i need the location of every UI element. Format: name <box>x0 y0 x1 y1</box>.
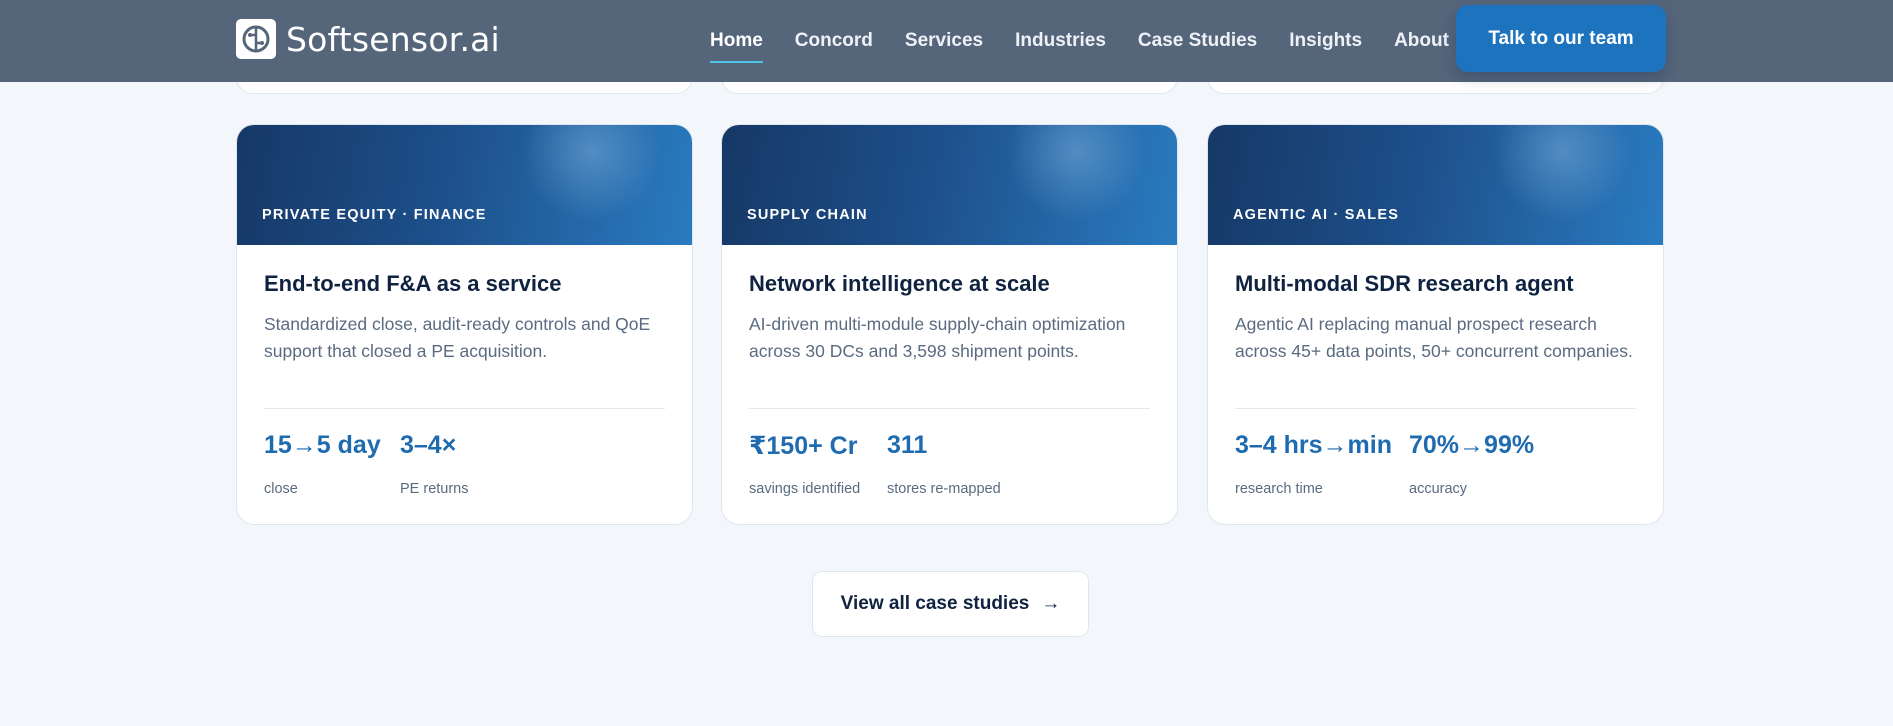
card-description: Standardized close, audit-ready controls… <box>264 314 651 361</box>
card-stats: 3–4 hrs→min research time 70%→99% accura… <box>1235 431 1556 497</box>
card-banner: SUPPLY CHAIN <box>722 125 1177 245</box>
stat-label: accuracy <box>1409 481 1468 497</box>
stat: 311 stores re-mapped <box>887 431 1001 497</box>
view-all-case-studies-button[interactable]: View all case studies → <box>812 571 1089 637</box>
card-banner: PRIVATE EQUITY · FINANCE <box>237 125 692 245</box>
stat-label: close <box>264 481 298 497</box>
arrow-right-icon: → <box>1041 593 1061 614</box>
card-tag: SUPPLY CHAIN <box>747 207 868 223</box>
logo-mark-icon <box>236 19 276 59</box>
card-tag: PRIVATE EQUITY · FINANCE <box>262 207 487 223</box>
nav-case-studies[interactable]: Case Studies <box>1122 0 1273 82</box>
stat-value: 311 <box>887 431 928 459</box>
stat: 70%→99% accuracy <box>1409 431 1534 497</box>
nav-industries[interactable]: Industries <box>999 0 1122 82</box>
stat-value: 15→5 day <box>264 431 381 459</box>
case-study-card[interactable]: PRIVATE EQUITY · FINANCE End-to-end F&A … <box>236 124 693 525</box>
stat: 3–4 hrs→min research time <box>1235 431 1393 497</box>
card-body: Network intelligence at scale AI-driven … <box>722 245 1177 524</box>
nav-services[interactable]: Services <box>889 0 999 82</box>
card-title: Multi-modal SDR research agent <box>1235 271 1574 296</box>
card-banner: AGENTIC AI · SALES <box>1208 125 1663 245</box>
site-header: Softsensor.ai Home Concord Services Indu… <box>0 0 1893 82</box>
card-divider <box>1235 408 1636 409</box>
card-body: End-to-end F&A as a service Standardized… <box>237 245 692 524</box>
nav-home[interactable]: Home <box>710 0 779 82</box>
stat: 3–4× PE returns <box>400 431 469 497</box>
card-body: Multi-modal SDR research agent Agentic A… <box>1208 245 1663 524</box>
stat-label: savings identified <box>749 481 861 497</box>
case-study-card[interactable]: AGENTIC AI · SALES Multi-modal SDR resea… <box>1207 124 1664 525</box>
card-stats: ₹150+ Cr savings identified 311 stores r… <box>749 431 1023 497</box>
stat-value: 3–4× <box>400 431 457 459</box>
stat-value: 70%→99% <box>1409 431 1535 459</box>
card-tag: AGENTIC AI · SALES <box>1233 207 1400 223</box>
card-title: Network intelligence at scale <box>749 271 1050 296</box>
card-divider <box>749 408 1150 409</box>
talk-to-team-button[interactable]: Talk to our team <box>1456 5 1666 72</box>
nav-about[interactable]: About <box>1378 0 1465 82</box>
stat-label: PE returns <box>400 481 469 497</box>
nav-concord[interactable]: Concord <box>779 0 889 82</box>
card-description: Agentic AI replacing manual prospect res… <box>1235 314 1633 361</box>
stat-value: ₹150+ Cr <box>749 432 858 460</box>
nav-insights[interactable]: Insights <box>1273 0 1378 82</box>
card-divider <box>264 408 665 409</box>
stat: 15→5 day close <box>264 431 381 497</box>
main-nav: Home Concord Services Industries Case St… <box>710 0 1465 82</box>
stat-label: stores re-mapped <box>887 481 1001 497</box>
logo[interactable]: Softsensor.ai <box>236 19 500 59</box>
view-all-label: View all case studies <box>840 593 1030 614</box>
stat: ₹150+ Cr savings identified <box>749 431 865 497</box>
card-description: AI-driven multi-module supply-chain opti… <box>749 314 1126 361</box>
case-study-card[interactable]: SUPPLY CHAIN Network intelligence at sca… <box>721 124 1178 525</box>
stat-value: 3–4 hrs→min <box>1235 431 1393 459</box>
logo-text: Softsensor.ai <box>286 19 500 59</box>
card-stats: 15→5 day close 3–4× PE returns <box>264 431 491 497</box>
card-title: End-to-end F&A as a service <box>264 271 562 296</box>
stat-label: research time <box>1235 481 1323 497</box>
